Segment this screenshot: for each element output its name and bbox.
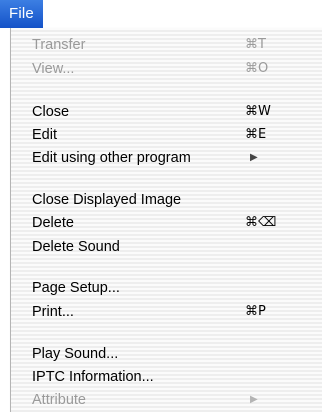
menu-item-shortcut: ⌘P [245,304,266,319]
menu-item-label: Delete Sound [32,239,120,255]
menu-item-close-displayed-image[interactable]: Close Displayed Image [11,189,322,211]
menu-item-delete[interactable]: Delete ⌘⌫ [11,212,322,234]
menu-item-view: View... ⌘O [11,58,322,80]
menu-item-label: Close [32,104,70,120]
menu-item-transfer: Transfer ⌘T [11,34,322,56]
menu-item-shortcut: ⌘E [245,127,267,142]
menu-item-label: Play Sound... [32,346,119,362]
menu-item-shortcut: ⌘O [245,61,269,76]
menu-item-label: Edit using other program [32,150,191,166]
menu-item-close[interactable]: Close ⌘W [11,101,322,123]
menu-item-edit-using-other-program[interactable]: Edit using other program ▶ [11,147,322,169]
menu-item-page-setup[interactable]: Page Setup... [11,277,322,299]
menu-item-label: Edit [32,127,57,143]
menu-item-delete-sound[interactable]: Delete Sound [11,236,322,258]
menu-bar: File [0,0,322,28]
menu-item-iptc-information[interactable]: IPTC Information... [11,366,322,388]
file-menu-dropdown: Transfer ⌘T View... ⌘O Close ⌘W Edit ⌘E … [10,28,322,412]
submenu-arrow-icon: ▶ [250,394,258,405]
menu-item-label: Attribute [32,392,86,408]
menu-item-label: IPTC Information... [32,369,154,385]
menu-item-label: Transfer [32,37,86,53]
menu-item-label: Close Displayed Image [32,192,182,208]
menu-item-print[interactable]: Print... ⌘P [11,301,322,323]
menu-item-edit[interactable]: Edit ⌘E [11,124,322,146]
submenu-arrow-icon: ▶ [250,152,258,163]
menu-item-label: Print... [32,304,74,320]
menu-item-label: Page Setup... [32,280,120,296]
menu-item-shortcut: ⌘W [245,104,271,119]
menu-item-shortcut: ⌘T [245,37,266,52]
file-menu-title[interactable]: File [0,0,43,28]
menu-item-shortcut: ⌘⌫ [245,215,277,230]
menu-item-play-sound[interactable]: Play Sound... [11,343,322,365]
menu-item-attribute: Attribute ▶ [11,389,322,411]
menu-item-label: Delete [32,215,74,231]
menu-item-label: View... [32,61,75,77]
